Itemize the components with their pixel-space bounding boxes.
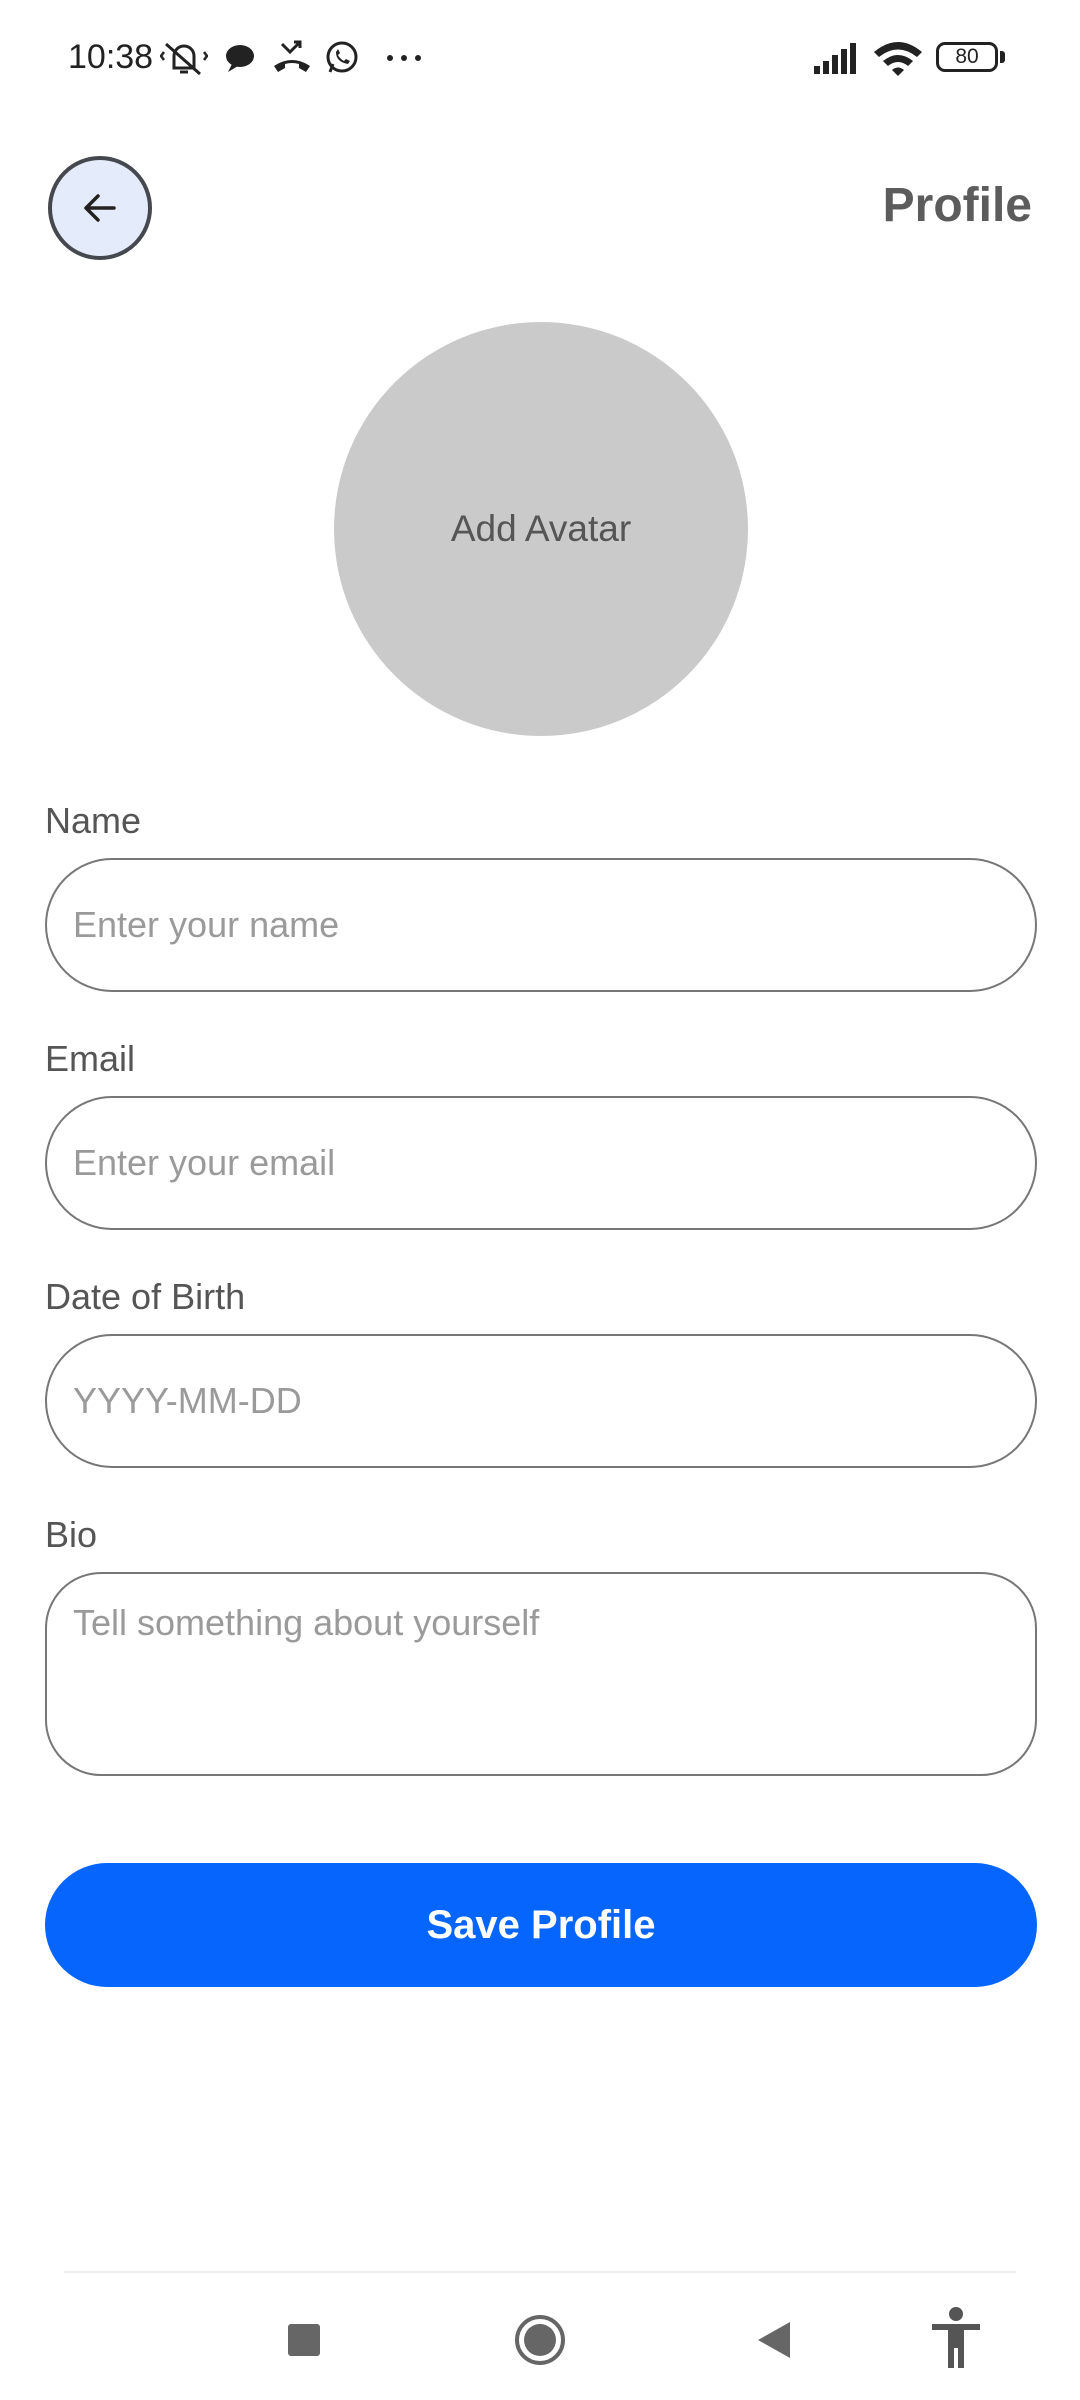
recents-button[interactable] xyxy=(270,2306,338,2374)
name-input[interactable] xyxy=(45,858,1037,992)
back-button[interactable] xyxy=(48,156,152,260)
bio-textarea[interactable] xyxy=(45,1572,1037,1776)
home-button[interactable] xyxy=(506,2306,574,2374)
arrow-left-icon xyxy=(84,194,116,222)
dob-label: Date of Birth xyxy=(45,1276,246,1317)
missed-call-icon xyxy=(270,38,314,78)
name-label: Name xyxy=(45,800,142,841)
status-time: 10:38 xyxy=(68,38,154,76)
recents-square-icon xyxy=(288,2324,320,2356)
accessibility-icon xyxy=(932,2307,980,2368)
nav-divider xyxy=(64,2271,1016,2273)
avatar-label: Add Avatar xyxy=(450,508,632,549)
profile-screen: 10:38 80 Profile Add Avatar Name Enter y… xyxy=(0,0,1080,2400)
home-circle-icon xyxy=(515,2315,565,2365)
signal-icon xyxy=(812,38,862,78)
mute-vibrate-icon xyxy=(160,38,208,78)
email-input[interactable] xyxy=(45,1096,1037,1230)
back-nav-button[interactable] xyxy=(740,2306,808,2374)
page-title: Profile xyxy=(882,179,1032,232)
battery-icon: 80 xyxy=(936,42,998,72)
dob-input[interactable] xyxy=(45,1334,1037,1468)
chat-bubble-icon xyxy=(222,38,258,78)
battery-level: 80 xyxy=(955,45,979,68)
wifi-icon xyxy=(872,38,924,78)
accessibility-button[interactable] xyxy=(922,2300,990,2376)
status-bar: 10:38 80 xyxy=(0,0,1080,120)
bio-label: Bio xyxy=(45,1514,98,1555)
back-triangle-icon xyxy=(758,2322,790,2358)
save-profile-button[interactable]: Save Profile xyxy=(45,1863,1037,1987)
email-label: Email xyxy=(45,1038,136,1079)
battery-nub xyxy=(1000,51,1005,63)
whatsapp-icon xyxy=(322,38,362,78)
add-avatar-button[interactable]: Add Avatar xyxy=(334,322,748,736)
more-dots-icon xyxy=(382,38,426,78)
